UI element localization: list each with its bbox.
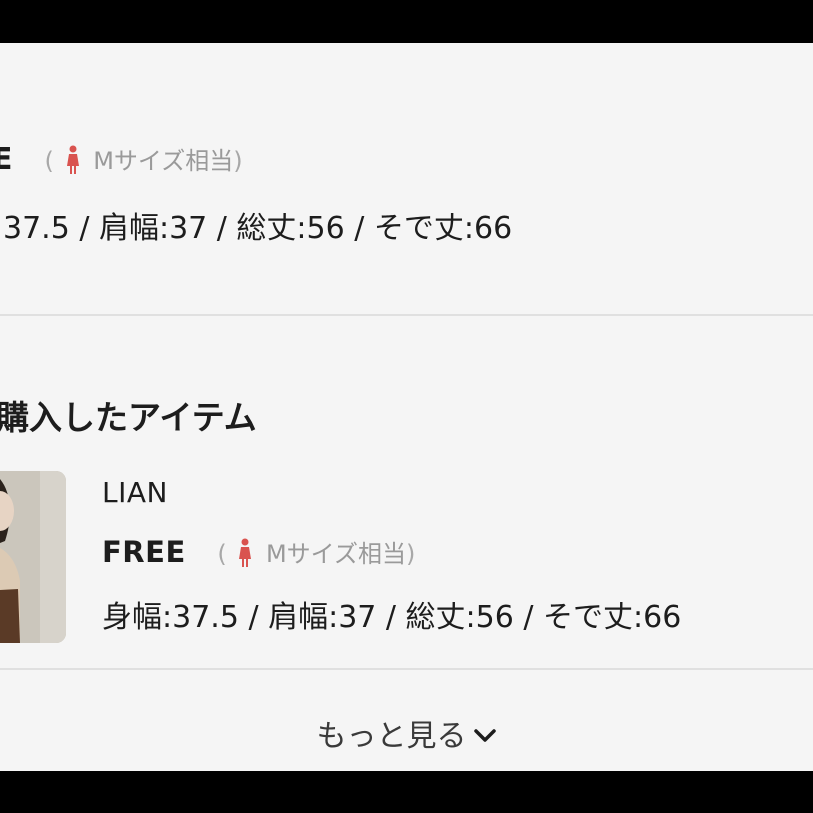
chevron-down-icon [473,729,496,742]
section-title: 購入したアイテム [0,398,257,437]
item-thumbnail[interactable] [0,471,66,643]
item-size-row: FREE ( Mサイズ相当) [102,534,415,570]
screen: E ( Mサイズ相当) 37.5 / 肩幅:37 / 総丈:56 / そで丈:6… [0,43,813,771]
section-divider [0,668,813,670]
person-icon [239,538,252,567]
top-item-size-row: E ( Mサイズ相当) [0,141,243,177]
person-icon [66,145,79,174]
section-divider [0,314,813,316]
top-item-size-note: ( Mサイズ相当) [44,145,243,175]
item-size-note: ( Mサイズ相当) [217,538,416,568]
item-measurements: 身幅:37.5 / 肩幅:37 / 総丈:56 / そで丈:66 [102,600,682,635]
item-photo [0,471,66,643]
item-brand: LIAN [102,476,168,509]
top-item-measurements: 37.5 / 肩幅:37 / 総丈:56 / そで丈:66 [3,211,513,246]
show-more-button[interactable]: もっと見る [0,711,813,755]
show-more-label: もっと見る [316,719,467,754]
top-item-size-code: E [0,142,13,177]
item-size-code: FREE [102,535,186,569]
